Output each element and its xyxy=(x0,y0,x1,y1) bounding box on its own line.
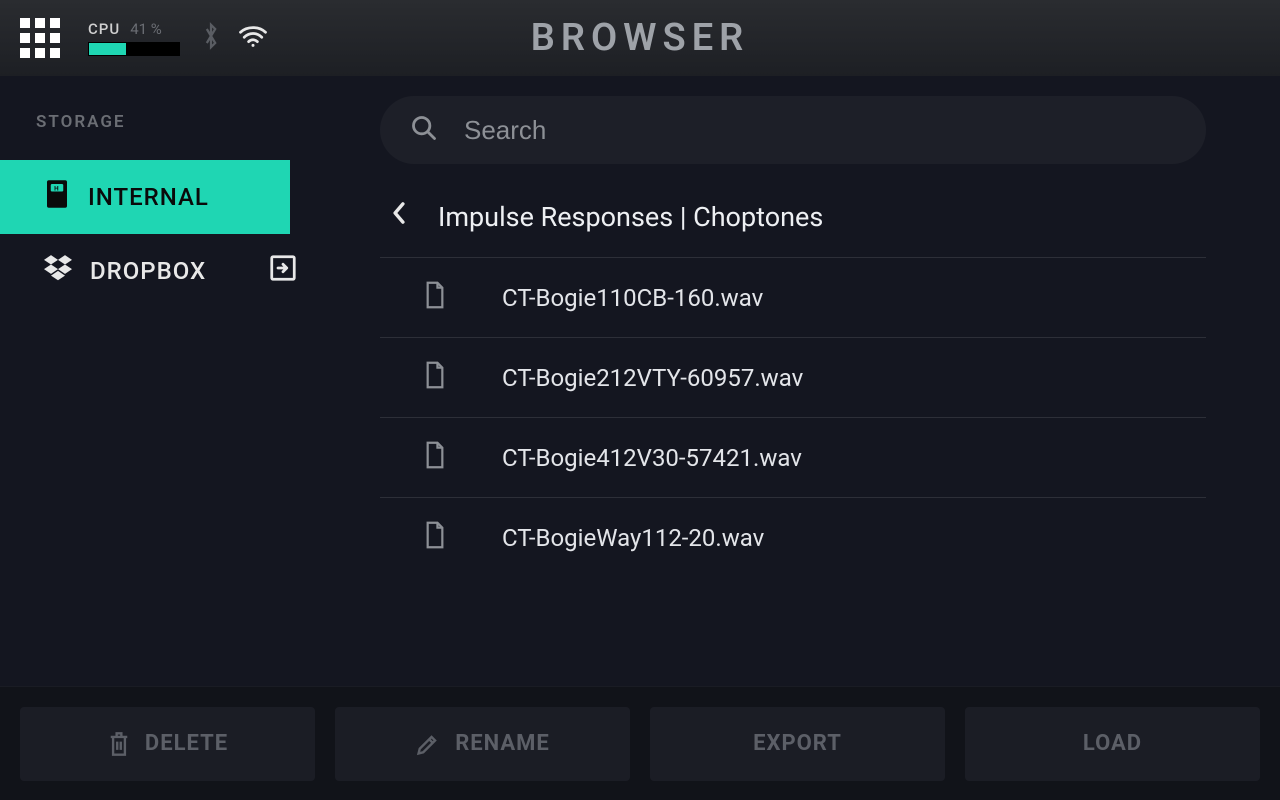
internal-storage-icon: H xyxy=(44,179,70,215)
breadcrumb-path: Impulse Responses | Choptones xyxy=(438,201,823,233)
sidebar-heading: STORAGE xyxy=(0,112,320,132)
file-row[interactable]: CT-Bogie110CB-160.wav xyxy=(380,258,1206,338)
wifi-icon[interactable] xyxy=(238,24,268,52)
file-icon xyxy=(424,361,446,395)
breadcrumb: Impulse Responses | Choptones xyxy=(380,200,1206,258)
sidebar-item-label: DROPBOX xyxy=(90,257,206,285)
back-icon[interactable] xyxy=(390,200,408,233)
bluetooth-icon[interactable] xyxy=(202,22,220,54)
rename-button[interactable]: RENAME xyxy=(335,707,630,781)
file-row[interactable]: CT-Bogie412V30-57421.wav xyxy=(380,418,1206,498)
sidebar: STORAGE H INTERNAL D xyxy=(0,76,320,686)
cpu-bar-fill xyxy=(89,43,126,55)
delete-button[interactable]: DELETE xyxy=(20,707,315,781)
sidebar-item-label: INTERNAL xyxy=(88,183,209,211)
top-bar: CPU 41 % BROWSER xyxy=(0,0,1280,76)
file-name: CT-Bogie110CB-160.wav xyxy=(502,284,763,312)
file-icon xyxy=(424,441,446,475)
cpu-percent: 41 % xyxy=(130,20,162,38)
file-icon xyxy=(424,521,446,555)
file-name: CT-BogieWay112-20.wav xyxy=(502,524,764,552)
dropbox-icon xyxy=(44,255,72,287)
export-label: EXPORT xyxy=(753,731,842,756)
import-icon[interactable] xyxy=(268,253,298,289)
cpu-label: CPU xyxy=(88,20,120,38)
file-row[interactable]: CT-Bogie212VTY-60957.wav xyxy=(380,338,1206,418)
search-bar[interactable] xyxy=(380,96,1206,164)
svg-text:H: H xyxy=(54,185,60,192)
load-button[interactable]: LOAD xyxy=(965,707,1260,781)
export-button[interactable]: EXPORT xyxy=(650,707,945,781)
page-title: BROWSER xyxy=(0,16,1280,60)
apps-grid-icon[interactable] xyxy=(20,18,60,58)
search-icon xyxy=(410,114,438,146)
file-name: CT-Bogie412V30-57421.wav xyxy=(502,444,802,472)
file-list: CT-Bogie110CB-160.wav CT-Bogie212VTY-609… xyxy=(380,258,1206,686)
file-icon xyxy=(424,281,446,315)
cpu-bar xyxy=(88,42,180,56)
sidebar-item-internal[interactable]: H INTERNAL xyxy=(0,160,290,234)
search-input[interactable] xyxy=(464,115,1176,146)
rename-label: RENAME xyxy=(455,731,550,756)
sidebar-item-dropbox[interactable]: DROPBOX xyxy=(0,234,320,308)
load-label: LOAD xyxy=(1083,731,1142,756)
main-panel: Impulse Responses | Choptones CT-Bogie11… xyxy=(320,76,1280,686)
file-row[interactable]: CT-BogieWay112-20.wav xyxy=(380,498,1206,578)
file-name: CT-Bogie212VTY-60957.wav xyxy=(502,364,803,392)
cpu-meter: CPU 41 % xyxy=(88,20,180,56)
delete-label: DELETE xyxy=(145,731,228,756)
footer-toolbar: DELETE RENAME EXPORT LOAD xyxy=(0,686,1280,800)
